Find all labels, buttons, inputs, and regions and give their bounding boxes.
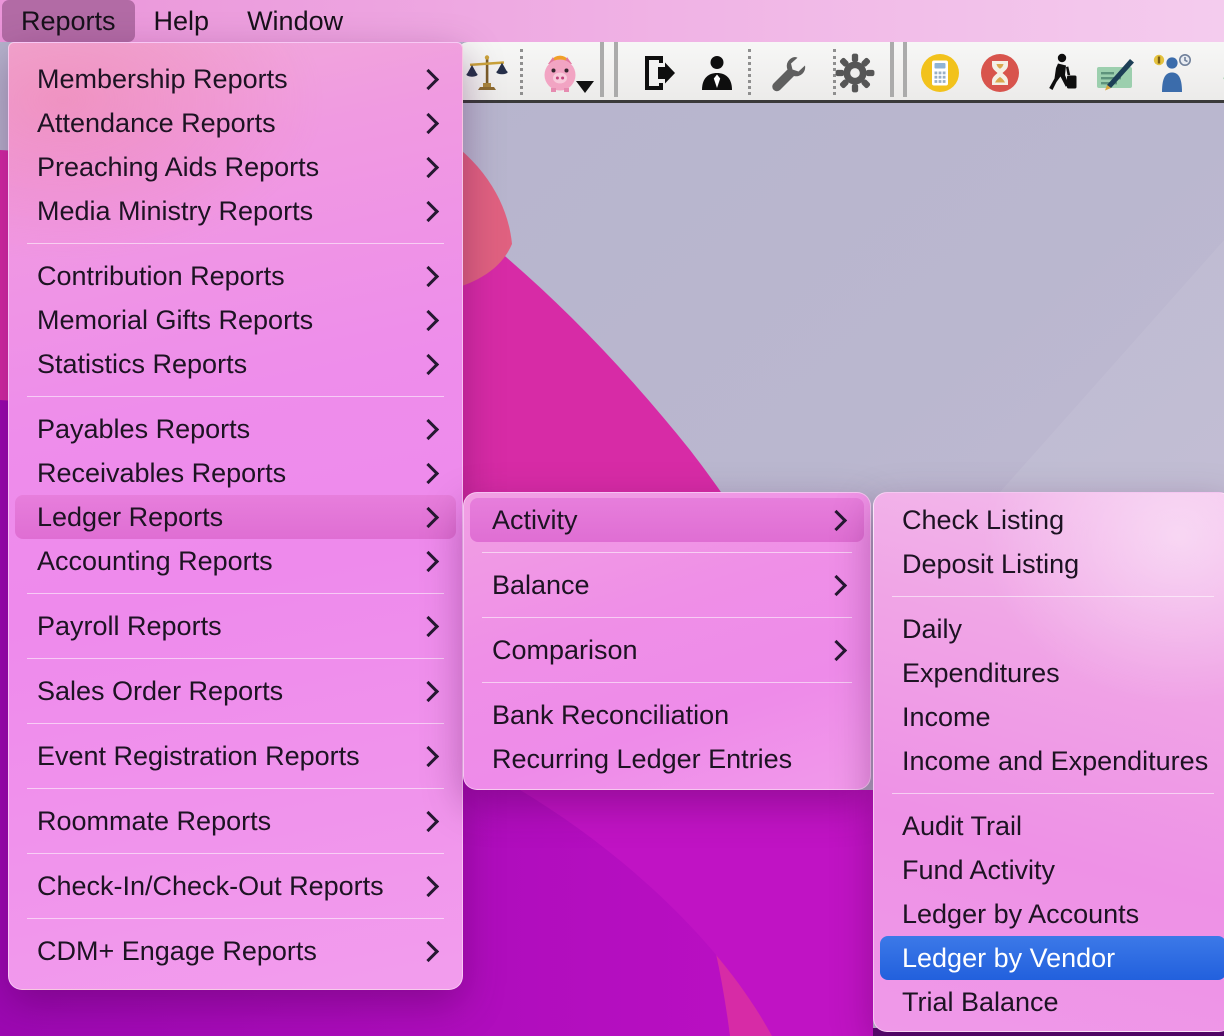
- menu-item-cdm-engage-reports[interactable]: CDM+ Engage Reports: [15, 929, 456, 973]
- menu-item-check-in-check-out-reports[interactable]: Check-In/Check-Out Reports: [15, 864, 456, 908]
- traveler-icon[interactable]: [1038, 51, 1082, 95]
- menu-item-accounting-reports[interactable]: Accounting Reports: [15, 539, 456, 583]
- menu-item-bank-reconciliation[interactable]: Bank Reconciliation: [470, 693, 864, 737]
- toolbar-separator-dotted: [748, 49, 751, 95]
- menu-bar: Reports Help Window: [0, 0, 1224, 42]
- menu-separator: [27, 918, 444, 919]
- dollar-sign-icon[interactable]: $: [1210, 51, 1224, 95]
- hourglass-icon[interactable]: [978, 51, 1022, 95]
- menu-item-recurring-ledger-entries[interactable]: Recurring Ledger Entries: [470, 737, 864, 781]
- toolbar-separator-dotted: [520, 49, 523, 95]
- piggy-dropdown-arrow[interactable]: [576, 81, 594, 93]
- menu-separator: [482, 682, 852, 683]
- menu-item-balance[interactable]: Balance: [470, 563, 864, 607]
- menu-separator: [482, 552, 852, 553]
- submenu-chevron-icon: [418, 418, 439, 439]
- menu-separator: [482, 617, 852, 618]
- menu-separator: [27, 723, 444, 724]
- menu-item-audit-trail[interactable]: Audit Trail: [880, 804, 1224, 848]
- menu-separator: [27, 396, 444, 397]
- submenu-chevron-icon: [418, 875, 439, 896]
- submenu-chevron-icon: [418, 506, 439, 527]
- submenu-chevron-icon: [418, 810, 439, 831]
- menu-item-check-listing[interactable]: Check Listing: [880, 498, 1224, 542]
- submenu-chevron-icon: [826, 574, 847, 595]
- exit-door-icon[interactable]: [636, 51, 680, 95]
- submenu-chevron-icon: [418, 156, 439, 177]
- menu-item-sales-order-reports[interactable]: Sales Order Reports: [15, 669, 456, 713]
- menu-item-payables-reports[interactable]: Payables Reports: [15, 407, 456, 451]
- menu-item-income[interactable]: Income: [880, 695, 1224, 739]
- check-writing-icon[interactable]: [1095, 51, 1139, 95]
- menu-item-ledger-reports[interactable]: Ledger Reports: [15, 495, 456, 539]
- menu-separator: [892, 596, 1214, 597]
- app-toolbar: $: [458, 42, 1224, 103]
- wrench-icon[interactable]: [765, 51, 809, 95]
- reports-menu: Membership Reports Attendance Reports Pr…: [8, 42, 463, 990]
- menu-item-comparison[interactable]: Comparison: [470, 628, 864, 672]
- submenu-chevron-icon: [418, 550, 439, 571]
- menu-item-membership-reports[interactable]: Membership Reports: [15, 57, 456, 101]
- menu-item-preaching-aids-reports[interactable]: Preaching Aids Reports: [15, 145, 456, 189]
- menu-item-income-and-expenditures[interactable]: Income and Expenditures: [880, 739, 1224, 783]
- payroll-person-icon[interactable]: [1150, 51, 1194, 95]
- gear-icon[interactable]: [833, 51, 877, 95]
- menu-item-payroll-reports[interactable]: Payroll Reports: [15, 604, 456, 648]
- menu-item-receivables-reports[interactable]: Receivables Reports: [15, 451, 456, 495]
- menu-separator: [27, 243, 444, 244]
- activity-submenu: Check Listing Deposit Listing Daily Expe…: [873, 492, 1224, 1032]
- menu-separator: [27, 788, 444, 789]
- menu-item-roommate-reports[interactable]: Roommate Reports: [15, 799, 456, 843]
- submenu-chevron-icon: [418, 462, 439, 483]
- menu-separator: [27, 593, 444, 594]
- submenu-chevron-icon: [418, 745, 439, 766]
- menu-item-memorial-gifts-reports[interactable]: Memorial Gifts Reports: [15, 298, 456, 342]
- toolbar-separator-bar: [614, 42, 618, 97]
- balance-scale-icon[interactable]: [465, 51, 509, 95]
- menu-separator: [27, 853, 444, 854]
- submenu-chevron-icon: [418, 353, 439, 374]
- menu-item-ledger-by-accounts[interactable]: Ledger by Accounts: [880, 892, 1224, 936]
- submenu-chevron-icon: [418, 265, 439, 286]
- submenu-chevron-icon: [418, 680, 439, 701]
- menu-item-statistics-reports[interactable]: Statistics Reports: [15, 342, 456, 386]
- calculator-icon[interactable]: [918, 51, 962, 95]
- menu-item-contribution-reports[interactable]: Contribution Reports: [15, 254, 456, 298]
- menu-separator: [27, 658, 444, 659]
- menubar-item-window[interactable]: Window: [228, 0, 362, 42]
- screen: { "menubar": { "items": [ {"label": "Rep…: [0, 0, 1224, 1036]
- menu-item-ledger-by-vendor[interactable]: Ledger by Vendor: [880, 936, 1224, 980]
- menu-item-expenditures[interactable]: Expenditures: [880, 651, 1224, 695]
- toolbar-separator-bar: [903, 42, 907, 97]
- account-user-icon[interactable]: [695, 51, 739, 95]
- menu-item-trial-balance[interactable]: Trial Balance: [880, 980, 1224, 1024]
- piggy-bank-dropdown-icon[interactable]: [538, 51, 582, 95]
- toolbar-separator-bar: [890, 42, 894, 97]
- menubar-item-help[interactable]: Help: [135, 0, 229, 42]
- submenu-chevron-icon: [826, 639, 847, 660]
- menubar-item-reports[interactable]: Reports: [2, 0, 135, 42]
- menu-item-event-registration-reports[interactable]: Event Registration Reports: [15, 734, 456, 778]
- submenu-chevron-icon: [418, 615, 439, 636]
- submenu-chevron-icon: [418, 940, 439, 961]
- submenu-chevron-icon: [418, 112, 439, 133]
- menu-separator: [892, 793, 1214, 794]
- menu-item-activity[interactable]: Activity: [470, 498, 864, 542]
- submenu-chevron-icon: [418, 68, 439, 89]
- ledger-reports-submenu: Activity Balance Comparison Bank Reconci…: [463, 492, 871, 790]
- submenu-chevron-icon: [418, 200, 439, 221]
- menu-item-attendance-reports[interactable]: Attendance Reports: [15, 101, 456, 145]
- toolbar-separator-bar: [600, 42, 604, 97]
- menu-item-fund-activity[interactable]: Fund Activity: [880, 848, 1224, 892]
- menu-item-daily[interactable]: Daily: [880, 607, 1224, 651]
- menu-item-deposit-listing[interactable]: Deposit Listing: [880, 542, 1224, 586]
- submenu-chevron-icon: [418, 309, 439, 330]
- submenu-chevron-icon: [826, 509, 847, 530]
- menu-item-media-ministry-reports[interactable]: Media Ministry Reports: [15, 189, 456, 233]
